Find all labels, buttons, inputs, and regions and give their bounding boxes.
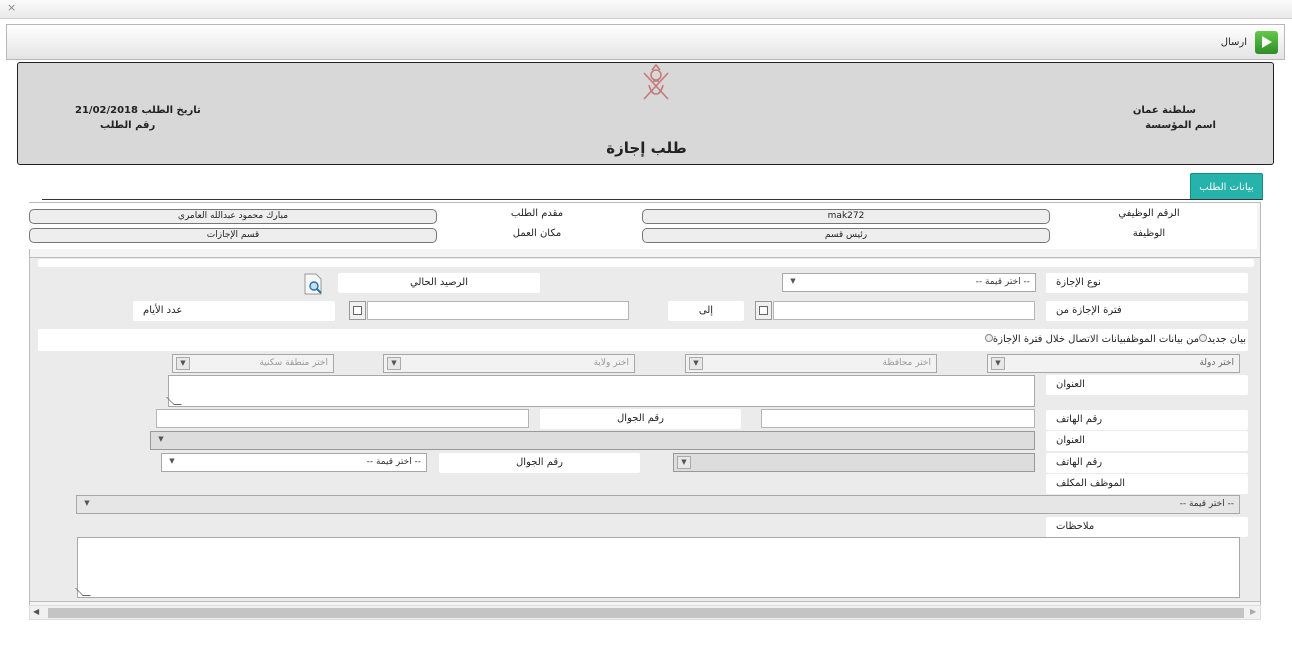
notes-textarea[interactable] bbox=[75, 537, 1240, 598]
notes-label: ملاحظات bbox=[1046, 517, 1248, 537]
to-text: إلى bbox=[698, 305, 714, 316]
tab-divider bbox=[42, 199, 1262, 200]
mobile-text: رقم الجوال bbox=[617, 413, 664, 424]
wilayat-select[interactable]: اختر ولاية ▼ bbox=[383, 354, 635, 373]
leave-type-select[interactable]: -- اختر قيمة -- ▼ bbox=[782, 273, 1036, 292]
phone2-text: رقم الهاتف bbox=[1056, 457, 1103, 468]
applicant-field: مبارك محمود عبدالله العامري bbox=[29, 209, 437, 224]
chevron-down-icon: ▼ bbox=[158, 435, 164, 443]
chevron-down-icon: ▼ bbox=[991, 357, 1005, 370]
phone2-label: رقم الهاتف bbox=[1046, 453, 1248, 473]
mobile2-text: رقم الجوال bbox=[516, 457, 563, 468]
area-select[interactable]: اختر منطقة سكنية ▼ bbox=[172, 354, 334, 373]
to-label: إلى bbox=[668, 301, 744, 321]
address-textarea[interactable] bbox=[166, 375, 1035, 407]
workplace-field: قسم الإجازات bbox=[29, 228, 437, 243]
wilayat-placeholder: اختر ولاية bbox=[593, 358, 629, 368]
address2-label: العنوان bbox=[1046, 431, 1248, 451]
country-select[interactable]: اختر دولة ▼ bbox=[987, 354, 1240, 373]
scroll-right-icon[interactable]: ▶ bbox=[1250, 607, 1256, 616]
job-field: رئيس قسم bbox=[642, 228, 1050, 243]
request-number-label: رقم الطلب bbox=[100, 120, 156, 131]
phone2-select[interactable]: ▼ bbox=[673, 453, 1035, 472]
employee-info: الرقم الوظيفي mak272 مقدم الطلب مبارك مح… bbox=[29, 203, 1257, 249]
tab-request-data[interactable]: بيانات الطلب bbox=[1190, 173, 1263, 200]
phone-text: رقم الهاتف bbox=[1056, 414, 1103, 425]
leave-type-value: -- اختر قيمة -- bbox=[975, 277, 1030, 287]
governorate-select[interactable]: اختر محافظة ▼ bbox=[685, 354, 937, 373]
mobile2-select[interactable]: -- اختر قيمة -- ▼ bbox=[161, 453, 427, 472]
period-from-text: فترة الإجازة من bbox=[1056, 305, 1122, 316]
assigned-employee-value: -- اختر قيمة -- bbox=[1179, 499, 1234, 509]
period-from-input[interactable] bbox=[773, 301, 1035, 320]
address-label: العنوان bbox=[1046, 375, 1248, 395]
radio-new[interactable] bbox=[984, 334, 993, 342]
assigned-employee-label: الموظف المكلف bbox=[1046, 474, 1248, 494]
oman-emblem-icon bbox=[643, 63, 669, 100]
request-date-value: 21/02/2018 bbox=[75, 105, 138, 116]
send-button[interactable]: ارسال bbox=[1221, 37, 1247, 48]
current-balance-text: الرصيد الحالي bbox=[410, 277, 468, 288]
address2-select[interactable]: ▼ bbox=[150, 431, 1035, 450]
contact-new-label: بيان جديد bbox=[1207, 334, 1246, 345]
current-balance-label: الرصيد الحالي bbox=[338, 273, 540, 293]
close-icon[interactable]: × bbox=[7, 1, 16, 14]
chevron-down-icon: ▼ bbox=[176, 357, 190, 370]
leave-type-label-text: نوع الإجازة bbox=[1056, 277, 1101, 288]
chevron-down-icon: ▼ bbox=[790, 277, 796, 285]
period-to-input[interactable] bbox=[367, 301, 629, 320]
scroll-left-icon[interactable]: ◀ bbox=[33, 607, 39, 616]
request-date-label: تاريخ الطلب bbox=[141, 105, 201, 116]
search-icon[interactable] bbox=[302, 273, 324, 295]
phone-input[interactable] bbox=[761, 409, 1035, 428]
assigned-employee-select[interactable]: -- اختر قيمة -- ▼ bbox=[76, 495, 1240, 514]
address2-text: العنوان bbox=[1056, 435, 1085, 446]
notes-text: ملاحظات bbox=[1056, 521, 1095, 532]
page-title: طلب إجازة bbox=[606, 139, 687, 157]
calendar-icon[interactable] bbox=[349, 301, 366, 320]
contact-employee-label: من بيانات الموظف bbox=[1125, 334, 1200, 345]
address-text: العنوان bbox=[1056, 379, 1085, 390]
governorate-placeholder: اختر محافظة bbox=[882, 358, 932, 368]
window-titlebar bbox=[0, 0, 1292, 19]
chevron-down-icon: ▼ bbox=[677, 456, 691, 469]
contact-options: بيان جديد من بيانات الموظفبيانات الاتصال … bbox=[38, 329, 1248, 351]
employee-id-label: الرقم الوظيفي bbox=[1118, 208, 1180, 219]
institution-label: اسم المؤسسة bbox=[1145, 120, 1216, 131]
leave-type-label: نوع الإجازة bbox=[1046, 273, 1248, 293]
assigned-employee-text: الموظف المكلف bbox=[1056, 478, 1126, 489]
mobile2-label: رقم الجوال bbox=[439, 453, 640, 473]
country-placeholder: اختر دولة bbox=[1199, 358, 1234, 368]
chevron-down-icon: ▼ bbox=[169, 457, 175, 465]
contact-employee-option[interactable]: من بيانات الموظف bbox=[1125, 334, 1208, 345]
applicant-label: مقدم الطلب bbox=[510, 208, 564, 219]
org-name: سلطنة عمان bbox=[1132, 105, 1196, 116]
period-from-label: فترة الإجازة من bbox=[1046, 301, 1248, 321]
mobile-label: رقم الجوال bbox=[540, 409, 741, 429]
radio-employee[interactable] bbox=[1199, 334, 1208, 342]
job-label: الوظيفة bbox=[1132, 228, 1166, 239]
chevron-down-icon: ▼ bbox=[387, 357, 401, 370]
phone-label: رقم الهاتف bbox=[1046, 410, 1248, 430]
form-header: سلطنة عمان اسم المؤسسة 21/02/2018 تاريخ … bbox=[17, 62, 1274, 165]
contact-heading: بيانات الاتصال خلال فترة الإجازة bbox=[992, 334, 1126, 345]
chevron-down-icon: ▼ bbox=[84, 499, 90, 507]
mobile-input[interactable] bbox=[156, 409, 529, 428]
scrollbar-thumb[interactable] bbox=[48, 608, 1244, 618]
days-count-text: عدد الأيام bbox=[143, 305, 183, 316]
area-placeholder: اختر منطقة سكنية bbox=[259, 358, 328, 368]
toolbar: ارسال bbox=[6, 24, 1285, 60]
chevron-down-icon: ▼ bbox=[689, 357, 703, 370]
play-icon[interactable] bbox=[1255, 31, 1278, 54]
employee-id-field: mak272 bbox=[642, 209, 1050, 224]
workplace-label: مكان العمل bbox=[512, 228, 562, 239]
mobile2-value: -- اختر قيمة -- bbox=[366, 457, 421, 467]
calendar-icon[interactable] bbox=[755, 301, 772, 320]
form-spacer bbox=[38, 259, 1254, 267]
days-count-label: عدد الأيام bbox=[133, 301, 335, 321]
resize-grip-icon[interactable] bbox=[75, 588, 91, 596]
leave-form: نوع الإجازة -- اختر قيمة -- ▼ الرصيد الحا… bbox=[29, 257, 1261, 602]
resize-grip-icon[interactable] bbox=[166, 397, 182, 405]
request-date: 21/02/2018 تاريخ الطلب bbox=[75, 105, 201, 116]
